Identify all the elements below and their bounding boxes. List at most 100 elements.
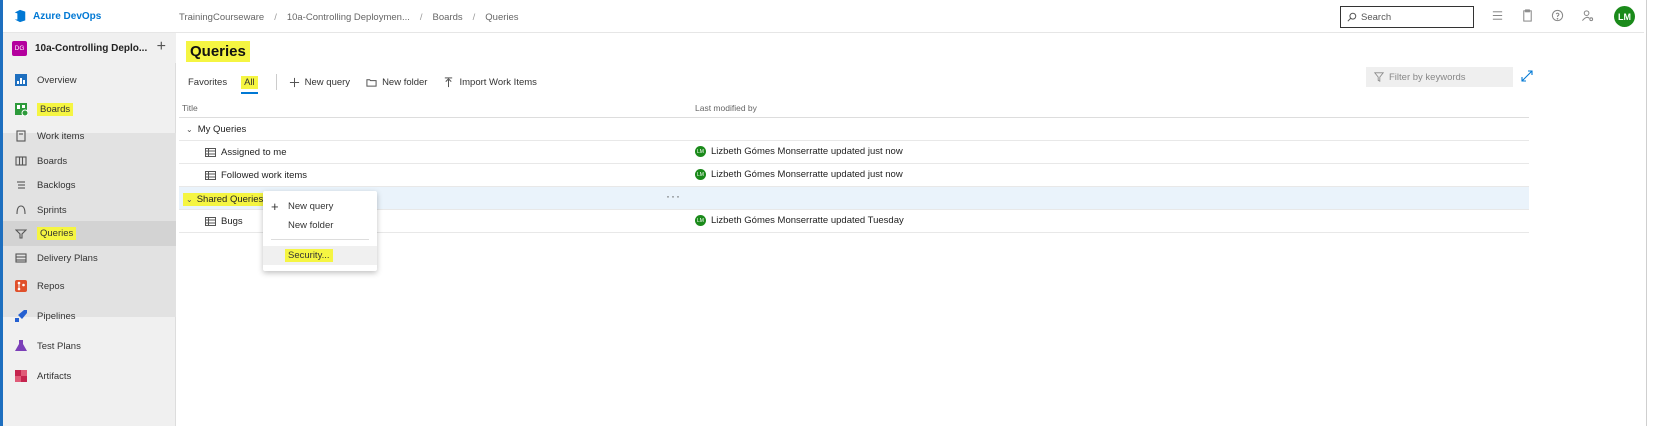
main-content: Queries Favorites All New query New fold… bbox=[176, 33, 1644, 426]
column-header-title[interactable]: Title bbox=[182, 103, 198, 113]
last-modified-cell: LM Lizbeth Gómes Monserratte updated Tue… bbox=[695, 215, 904, 226]
sidebar-item-repos[interactable]: Repos bbox=[3, 273, 176, 299]
last-modified-text: Lizbeth Gómes Monserratte updated just n… bbox=[711, 146, 903, 157]
project-badge: DG bbox=[12, 40, 27, 56]
more-actions-icon[interactable]: ··· bbox=[666, 189, 681, 203]
filter-placeholder: Filter by keywords bbox=[1389, 71, 1466, 83]
sidebar-item-label: Sprints bbox=[37, 204, 67, 216]
user-settings-icon[interactable] bbox=[1581, 9, 1594, 22]
breadcrumb-project[interactable]: 10a-Controlling Deploymen... bbox=[287, 12, 410, 23]
breadcrumb-separator: / bbox=[274, 12, 277, 23]
clipboard-icon[interactable] bbox=[1521, 9, 1534, 22]
sidebar-item-label: Work items bbox=[37, 130, 85, 142]
sidebar-item-label: Artifacts bbox=[37, 370, 72, 382]
pipelines-icon bbox=[13, 308, 29, 324]
breadcrumb-boards[interactable]: Boards bbox=[433, 12, 463, 23]
query-grid-icon bbox=[205, 217, 216, 226]
delivery-plans-icon bbox=[13, 250, 29, 266]
new-folder-button[interactable]: New folder bbox=[366, 77, 427, 88]
artifacts-icon bbox=[13, 368, 29, 384]
menu-item-new-folder[interactable]: New folder bbox=[263, 216, 377, 235]
table-row[interactable]: Bugs LM Lizbeth Gómes Monserratte update… bbox=[179, 210, 1529, 233]
query-grid-icon bbox=[205, 148, 216, 157]
sidebar-item-label: Boards bbox=[37, 102, 74, 116]
sidebar-item-queries[interactable]: Queries bbox=[3, 221, 176, 246]
plus-icon bbox=[289, 77, 299, 87]
filter-icon bbox=[1374, 72, 1384, 82]
upload-icon bbox=[445, 76, 453, 87]
plus-icon: + bbox=[271, 199, 279, 214]
filter-input[interactable]: Filter by keywords bbox=[1366, 67, 1513, 87]
menu-item-new-query[interactable]: + New query bbox=[263, 197, 377, 216]
sidebar-item-artifacts[interactable]: Artifacts bbox=[3, 363, 176, 389]
toolbar-divider bbox=[275, 74, 277, 90]
query-grid-icon bbox=[205, 171, 216, 180]
new-query-button[interactable]: New query bbox=[289, 77, 350, 88]
sidebar-item-sprints[interactable]: Sprints bbox=[3, 199, 176, 221]
avatar: LM bbox=[695, 215, 706, 226]
folder-row-shared-queries[interactable]: ⌄ Shared Queries ··· bbox=[179, 187, 1529, 210]
query-name[interactable]: Assigned to me bbox=[221, 147, 286, 158]
add-icon[interactable]: + bbox=[157, 38, 166, 56]
avatar[interactable]: LM bbox=[1614, 6, 1635, 27]
shared-queries-label-highlight: ⌄ Shared Queries bbox=[183, 193, 267, 206]
avatar: LM bbox=[695, 146, 706, 157]
new-folder-label: New folder bbox=[382, 76, 428, 88]
project-selector[interactable]: DG 10a-Controlling Deplo... + bbox=[3, 33, 176, 63]
help-icon[interactable] bbox=[1551, 9, 1564, 22]
sidebar-item-boards-sub[interactable]: Boards bbox=[3, 150, 176, 172]
brand[interactable]: Azure DevOps bbox=[13, 9, 101, 23]
query-name[interactable]: Bugs bbox=[221, 216, 243, 227]
project-name: 10a-Controlling Deplo... bbox=[35, 42, 148, 54]
sprints-icon bbox=[13, 202, 29, 218]
sidebar-item-label: Overview bbox=[37, 74, 77, 86]
new-folder-icon bbox=[366, 78, 377, 87]
import-label: Import Work Items bbox=[459, 76, 537, 88]
boards-icon bbox=[13, 101, 29, 117]
chevron-down-icon[interactable]: ⌄ bbox=[186, 195, 193, 204]
menu-item-label: Security... bbox=[285, 249, 333, 262]
breadcrumb-separator: / bbox=[472, 12, 476, 23]
last-modified-text: Lizbeth Gómes Monserratte updated just n… bbox=[711, 169, 903, 180]
import-work-items-button[interactable]: Import Work Items bbox=[443, 76, 537, 88]
expand-button[interactable] bbox=[1521, 70, 1533, 85]
sidebar-item-boards[interactable]: Boards bbox=[3, 96, 176, 122]
chevron-down-icon[interactable]: ⌄ bbox=[186, 125, 193, 134]
queries-table: Title Last modified by ⌄ My Queries Assi… bbox=[179, 96, 1529, 233]
menu-item-label: New query bbox=[288, 201, 334, 212]
breadcrumb-queries[interactable]: Queries bbox=[485, 12, 518, 23]
folder-row-my-queries[interactable]: ⌄ My Queries bbox=[179, 118, 1529, 141]
sidebar-item-pipelines[interactable]: Pipelines bbox=[3, 303, 176, 329]
top-bar: Azure DevOps TrainingCourseware / 10a-Co… bbox=[3, 0, 1644, 33]
queries-icon bbox=[13, 226, 29, 242]
sidebar-item-test-plans[interactable]: Test Plans bbox=[3, 333, 176, 359]
query-title: Assigned to me bbox=[205, 147, 286, 158]
test-plans-icon bbox=[13, 338, 29, 354]
table-row[interactable]: Followed work items LM Lizbeth Gómes Mon… bbox=[179, 164, 1529, 187]
query-title: Followed work items bbox=[205, 170, 307, 181]
page-title: Queries bbox=[186, 41, 250, 62]
tab-all[interactable]: All bbox=[241, 75, 258, 94]
menu-item-security[interactable]: Security... bbox=[263, 246, 377, 265]
column-header-last-modified[interactable]: Last modified by bbox=[695, 103, 757, 113]
sidebar-item-label: Boards bbox=[37, 155, 68, 167]
sidebar-item-label: Queries bbox=[37, 227, 77, 240]
sidebar-item-work-items[interactable]: Work items bbox=[3, 125, 176, 147]
toolbar: Favorites All New query New folder Impor… bbox=[188, 71, 553, 94]
sidebar-item-overview[interactable]: Overview bbox=[3, 67, 176, 93]
right-window-edge bbox=[1646, 0, 1668, 426]
folder-label: My Queries bbox=[197, 124, 247, 135]
tab-favorites[interactable]: Favorites bbox=[188, 77, 227, 88]
query-name[interactable]: Followed work items bbox=[221, 170, 307, 181]
folder-title: ⌄ Shared Queries bbox=[183, 193, 267, 206]
search-input[interactable]: Search bbox=[1340, 6, 1474, 28]
sidebar-item-label: Pipelines bbox=[37, 310, 76, 322]
repos-icon bbox=[13, 278, 29, 294]
sidebar-item-delivery-plans[interactable]: Delivery Plans bbox=[3, 247, 176, 269]
sidebar-item-backlogs[interactable]: Backlogs bbox=[3, 174, 176, 196]
breadcrumb-org[interactable]: TrainingCourseware bbox=[179, 12, 264, 23]
board-icon bbox=[13, 153, 29, 169]
avatar: LM bbox=[695, 169, 706, 180]
table-row[interactable]: Assigned to me LM Lizbeth Gómes Monserra… bbox=[179, 141, 1529, 164]
list-icon[interactable] bbox=[1491, 9, 1504, 22]
